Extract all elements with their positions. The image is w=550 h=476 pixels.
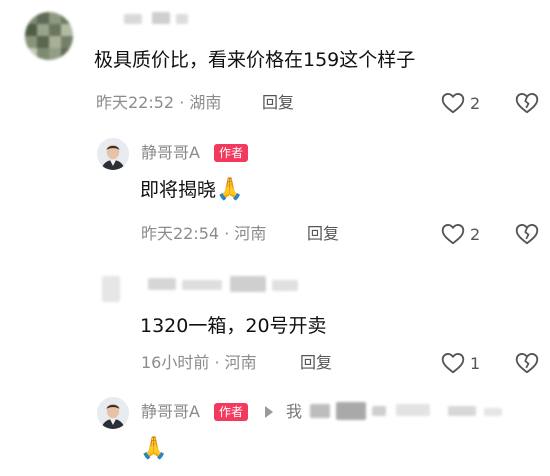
heart-icon	[441, 92, 465, 114]
author-badge: 作者	[214, 144, 249, 162]
reply-button[interactable]: 回复	[262, 93, 294, 113]
pray-emoji-icon: 🙏	[216, 177, 244, 202]
comment-time: 昨天22:52	[96, 93, 175, 112]
username	[176, 14, 188, 24]
like-count: 2	[470, 94, 481, 113]
avatar[interactable]	[102, 276, 120, 302]
comment-time: 昨天22:54	[141, 224, 220, 243]
username	[230, 276, 266, 292]
author-avatar[interactable]	[97, 138, 129, 170]
dislike-button[interactable]	[514, 90, 540, 116]
author-name[interactable]: 静哥哥A	[141, 402, 200, 422]
reply-target-name	[396, 404, 430, 416]
like-count: 1	[470, 354, 481, 373]
comment-time: 16小时前	[141, 353, 210, 372]
username	[272, 280, 298, 291]
username[interactable]	[148, 278, 176, 290]
broken-heart-icon	[515, 352, 539, 374]
dislike-button[interactable]	[514, 221, 540, 247]
username	[182, 280, 222, 290]
comment-text: 极具质价比，看来价格在159这个样子	[94, 49, 416, 71]
comment-meta: 昨天22:54 · 河南	[141, 224, 266, 244]
separator: ·	[214, 353, 220, 372]
avatar[interactable]	[25, 12, 73, 60]
separator: ·	[179, 93, 185, 112]
reply-target-name	[484, 408, 502, 416]
pray-emoji-icon: 🙏	[140, 436, 168, 461]
reply-target-name	[448, 406, 476, 416]
comment-location: 河南	[234, 224, 267, 243]
heart-icon	[441, 352, 465, 374]
comment-meta: 昨天22:52 · 湖南	[96, 93, 221, 113]
heart-icon	[441, 223, 465, 245]
author-badge: 作者	[214, 403, 249, 421]
comment-text: 即将揭晓🙏	[140, 178, 243, 202]
reply-button[interactable]: 回复	[307, 224, 339, 244]
reply-target-name	[310, 404, 330, 418]
comment-location: 湖南	[189, 93, 222, 112]
username	[152, 12, 170, 24]
comment-text: 1320一箱，20号开卖	[140, 315, 327, 337]
author-avatar[interactable]	[97, 397, 129, 429]
comment-meta: 16小时前 · 河南	[141, 353, 257, 373]
username[interactable]	[124, 14, 142, 24]
like-button[interactable]	[440, 221, 466, 247]
dislike-button[interactable]	[514, 350, 540, 376]
like-button[interactable]	[440, 350, 466, 376]
comment-text: 即将揭晓	[140, 179, 217, 201]
separator: ·	[224, 224, 230, 243]
reply-target-name	[372, 406, 386, 416]
reply-button[interactable]: 回复	[300, 353, 332, 373]
reply-arrow-icon	[264, 404, 274, 418]
comment-location: 河南	[224, 353, 257, 372]
reply-target-name	[336, 402, 366, 420]
like-button[interactable]	[440, 90, 466, 116]
reply-target-name[interactable]: 我	[286, 402, 302, 422]
author-name[interactable]: 静哥哥A	[141, 143, 200, 163]
broken-heart-icon	[515, 92, 539, 114]
like-count: 2	[470, 225, 481, 244]
broken-heart-icon	[515, 223, 539, 245]
